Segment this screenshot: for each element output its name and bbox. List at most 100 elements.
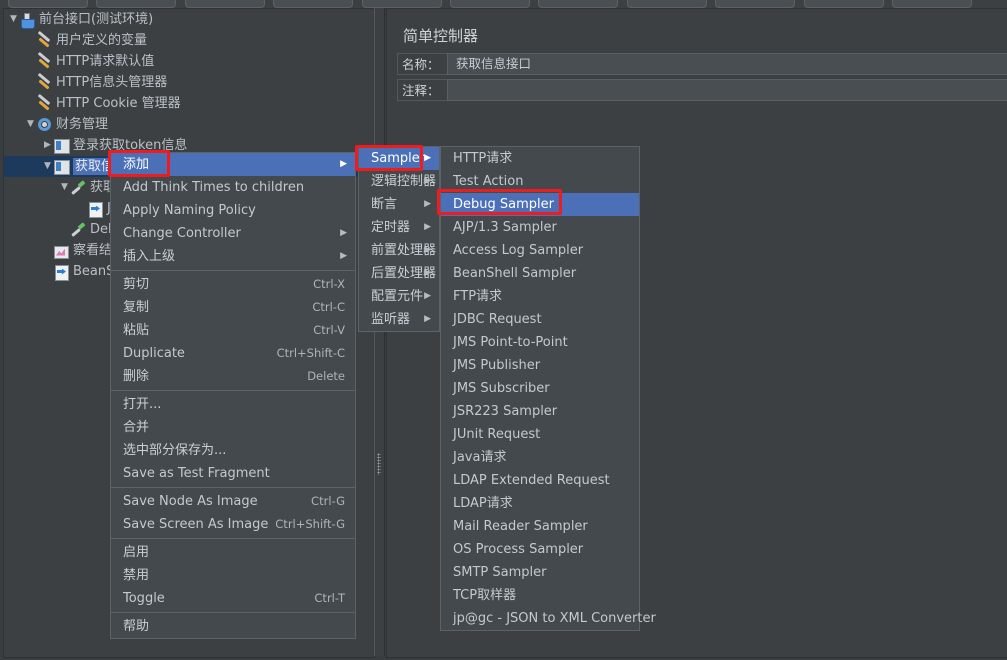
toolbar-button-1[interactable]: [8, 0, 88, 8]
menu-item-label: SMTP Sampler: [453, 565, 547, 580]
node-context-menu[interactable]: 添加 ▶ Add Think Times to children Apply Nami…: [110, 152, 356, 639]
split-divider[interactable]: [374, 8, 385, 656]
menu-item-label: 配置元件: [371, 289, 424, 304]
expand-arrow-right-icon[interactable]: ▶: [42, 135, 53, 156]
menu-item-label: JMS Publisher: [453, 358, 541, 373]
tree-node[interactable]: HTTP请求默认值: [4, 51, 374, 72]
menu-item-label: JMS Point-to-Point: [453, 335, 568, 350]
menu-item-label: Debug Sampler: [453, 197, 554, 212]
tree-node[interactable]: HTTP信息头管理器: [4, 72, 374, 93]
sampler-submenu-item[interactable]: TCP取样器: [441, 584, 639, 607]
tree-node[interactable]: ▼ 财务管理: [4, 114, 374, 135]
sampler-submenu-item[interactable]: JMS Point-to-Point: [441, 331, 639, 354]
add-submenu-item[interactable]: 逻辑控制器 ▶: [359, 170, 439, 193]
menu-item-label: JDBC Request: [453, 312, 542, 327]
toolbar-button-10[interactable]: [804, 0, 884, 8]
toolbar-button-11[interactable]: [892, 0, 972, 8]
sampler-submenu-item[interactable]: HTTP请求: [441, 147, 639, 170]
add-submenu-item[interactable]: 配置元件 ▶: [359, 285, 439, 308]
sampler-submenu[interactable]: HTTP请求 Test Action Debug Sampler AJP/1.3 Sa…: [440, 146, 656, 631]
menu-item-shortcut: Ctrl+Shift-C: [276, 346, 345, 360]
expand-arrow-down-icon[interactable]: ▼: [42, 156, 53, 177]
context-menu-item[interactable]: Duplicate Ctrl+Shift-C: [111, 342, 355, 365]
sampler-submenu-item[interactable]: JMS Publisher: [441, 354, 639, 377]
sampler-submenu-item[interactable]: JMS Subscriber: [441, 377, 639, 400]
submenu-arrow-icon: ▶: [424, 268, 431, 278]
add-submenu-item[interactable]: 定时器 ▶: [359, 216, 439, 239]
sampler-submenu-item[interactable]: BeanShell Sampler: [441, 262, 639, 285]
toolbar-button-2[interactable]: [96, 0, 176, 8]
sampler-submenu-item[interactable]: JSR223 Sampler: [441, 400, 639, 423]
menu-item-label: TCP取样器: [453, 588, 517, 603]
context-menu-item[interactable]: 选中部分保存为...: [111, 439, 355, 462]
context-menu-item[interactable]: Toggle Ctrl-T: [111, 587, 355, 610]
sampler-submenu-item[interactable]: Access Log Sampler: [441, 239, 639, 262]
sampler-submenu-item[interactable]: LDAP请求: [441, 492, 639, 515]
sampler-submenu-item[interactable]: Java请求: [441, 446, 639, 469]
sampler-submenu-item[interactable]: FTP请求: [441, 285, 639, 308]
toolbar-button-3[interactable]: [185, 0, 265, 8]
expand-arrow-down-icon[interactable]: ▼: [8, 9, 19, 30]
context-menu-item[interactable]: 删除 Delete: [111, 365, 355, 388]
toolbar-button-5[interactable]: [362, 0, 442, 8]
sampler-submenu-item[interactable]: Debug Sampler: [441, 193, 639, 216]
add-submenu[interactable]: Sampler ▶ 逻辑控制器 ▶ 断言 ▶ 定时器 ▶ 前置处理器 ▶ 后置处理器 ▶ 配置元件 ▶ 监听…: [358, 146, 440, 332]
sampler-submenu-item[interactable]: Mail Reader Sampler: [441, 515, 639, 538]
expand-arrow-down-icon[interactable]: ▼: [59, 177, 70, 198]
context-menu-item[interactable]: 复制 Ctrl-C: [111, 296, 355, 319]
toolbar-button-7[interactable]: [538, 0, 618, 8]
sampler-submenu-item[interactable]: JDBC Request: [441, 308, 639, 331]
context-menu-item[interactable]: Save as Test Fragment: [111, 462, 355, 485]
context-menu-item[interactable]: 添加 ▶: [111, 153, 355, 176]
toolbar-button-9[interactable]: [715, 0, 795, 8]
tree-node[interactable]: ▼ 前台接口(测试环境): [4, 9, 374, 30]
toolbar-button-8[interactable]: [627, 0, 707, 8]
submenu-arrow-icon: ▶: [424, 199, 431, 209]
context-menu-item[interactable]: 启用: [111, 541, 355, 564]
comment-input[interactable]: [447, 79, 1007, 101]
menu-separator: [111, 487, 355, 488]
context-menu-item[interactable]: Apply Naming Policy: [111, 199, 355, 222]
sampler-submenu-item[interactable]: LDAP Extended Request: [441, 469, 639, 492]
sampler-submenu-item[interactable]: SMTP Sampler: [441, 561, 639, 584]
tree-node[interactable]: HTTP Cookie 管理器: [4, 93, 374, 114]
context-menu-item[interactable]: 合并: [111, 416, 355, 439]
tree-node-label: 登录获取token信息: [73, 138, 188, 153]
add-submenu-item[interactable]: 前置处理器 ▶: [359, 239, 439, 262]
context-menu-item[interactable]: Save Node As Image Ctrl-G: [111, 490, 355, 513]
sampler-submenu-item[interactable]: AJP/1.3 Sampler: [441, 216, 639, 239]
add-submenu-item[interactable]: 断言 ▶: [359, 193, 439, 216]
jmeter-window: ▼ 前台接口(测试环境) 用户定义的变量 HTTP请求默认值 HTTP信息头管理器 HTT…: [0, 0, 1007, 660]
context-menu-item[interactable]: Add Think Times to children: [111, 176, 355, 199]
submenu-arrow-icon: ▶: [340, 228, 347, 238]
sampler-submenu-item[interactable]: jp@gc - JSON to XML Converter: [441, 607, 656, 630]
context-menu-item[interactable]: 打开...: [111, 393, 355, 416]
menu-item-label: Save Node As Image: [123, 494, 258, 509]
context-menu-item[interactable]: 剪切 Ctrl-X: [111, 273, 355, 296]
toolbar-button-4[interactable]: [273, 0, 353, 8]
tree-node-label: HTTP信息头管理器: [56, 75, 168, 90]
menu-item-shortcut: Ctrl+Shift-G: [275, 517, 345, 531]
context-menu-item[interactable]: Change Controller ▶: [111, 222, 355, 245]
tree-node[interactable]: 用户定义的变量: [4, 30, 374, 51]
add-submenu-item[interactable]: 监听器 ▶: [359, 308, 439, 331]
context-menu-item[interactable]: Save Screen As Image Ctrl+Shift-G: [111, 513, 355, 536]
menu-item-label: 监听器: [371, 312, 411, 327]
sampler-submenu-item[interactable]: OS Process Sampler: [441, 538, 639, 561]
add-submenu-item[interactable]: Sampler ▶: [359, 147, 439, 170]
name-input[interactable]: 获取信息接口: [447, 53, 1007, 75]
expand-arrow-down-icon[interactable]: ▼: [25, 114, 36, 135]
menu-item-label: Access Log Sampler: [453, 243, 584, 258]
name-label: 名称：: [397, 53, 447, 75]
sampler-submenu-item[interactable]: JUnit Request: [441, 423, 639, 446]
context-menu-item[interactable]: 帮助: [111, 615, 355, 638]
sampler-submenu-item[interactable]: Test Action: [441, 170, 639, 193]
context-menu-item[interactable]: 禁用: [111, 564, 355, 587]
thread-group-icon: [36, 117, 54, 133]
divider-grip-icon[interactable]: [377, 453, 381, 475]
toolbar-button-6[interactable]: [450, 0, 530, 8]
post-processor-icon: [53, 264, 71, 281]
context-menu-item[interactable]: 粘贴 Ctrl-V: [111, 319, 355, 342]
add-submenu-item[interactable]: 后置处理器 ▶: [359, 262, 439, 285]
context-menu-item[interactable]: 插入上级 ▶: [111, 245, 355, 268]
